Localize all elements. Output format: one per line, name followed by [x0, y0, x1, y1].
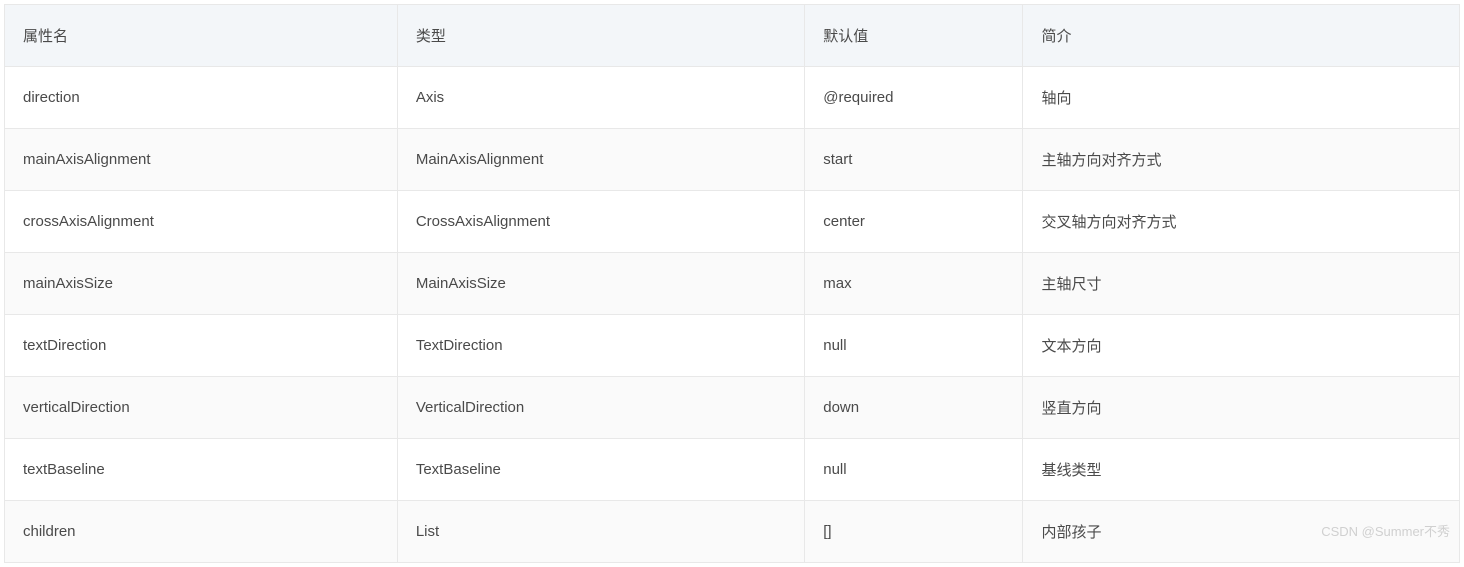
cell-default-value: start	[805, 129, 1023, 191]
table-row: mainAxisAlignment MainAxisAlignment star…	[5, 129, 1460, 191]
cell-type: Axis	[397, 67, 804, 129]
table-row: children List [] 内部孩子	[5, 501, 1460, 563]
table-row: direction Axis @required 轴向	[5, 67, 1460, 129]
cell-description: 文本方向	[1023, 315, 1460, 377]
cell-type: MainAxisSize	[397, 253, 804, 315]
properties-table: 属性名 类型 默认值 简介 direction Axis @required 轴…	[4, 4, 1460, 563]
cell-description: 主轴方向对齐方式	[1023, 129, 1460, 191]
header-description: 简介	[1023, 5, 1460, 67]
header-default-value: 默认值	[805, 5, 1023, 67]
cell-default-value: []	[805, 501, 1023, 563]
cell-default-value: max	[805, 253, 1023, 315]
table-row: textDirection TextDirection null 文本方向	[5, 315, 1460, 377]
cell-property-name: direction	[5, 67, 398, 129]
table-row: mainAxisSize MainAxisSize max 主轴尺寸	[5, 253, 1460, 315]
cell-property-name: textDirection	[5, 315, 398, 377]
cell-type: CrossAxisAlignment	[397, 191, 804, 253]
cell-default-value: null	[805, 439, 1023, 501]
table-body: direction Axis @required 轴向 mainAxisAlig…	[5, 67, 1460, 563]
header-type: 类型	[397, 5, 804, 67]
cell-type: List	[397, 501, 804, 563]
cell-type: TextBaseline	[397, 439, 804, 501]
cell-description: 内部孩子	[1023, 501, 1460, 563]
cell-description: 轴向	[1023, 67, 1460, 129]
cell-type: VerticalDirection	[397, 377, 804, 439]
table-row: verticalDirection VerticalDirection down…	[5, 377, 1460, 439]
table-row: crossAxisAlignment CrossAxisAlignment ce…	[5, 191, 1460, 253]
table-header-row: 属性名 类型 默认值 简介	[5, 5, 1460, 67]
cell-description: 主轴尺寸	[1023, 253, 1460, 315]
cell-property-name: mainAxisAlignment	[5, 129, 398, 191]
cell-type: MainAxisAlignment	[397, 129, 804, 191]
cell-default-value: null	[805, 315, 1023, 377]
cell-default-value: @required	[805, 67, 1023, 129]
cell-property-name: children	[5, 501, 398, 563]
cell-description: 基线类型	[1023, 439, 1460, 501]
cell-description: 竖直方向	[1023, 377, 1460, 439]
cell-property-name: mainAxisSize	[5, 253, 398, 315]
cell-property-name: textBaseline	[5, 439, 398, 501]
cell-default-value: down	[805, 377, 1023, 439]
table-row: textBaseline TextBaseline null 基线类型	[5, 439, 1460, 501]
header-property-name: 属性名	[5, 5, 398, 67]
cell-property-name: crossAxisAlignment	[5, 191, 398, 253]
cell-default-value: center	[805, 191, 1023, 253]
cell-type: TextDirection	[397, 315, 804, 377]
cell-description: 交叉轴方向对齐方式	[1023, 191, 1460, 253]
cell-property-name: verticalDirection	[5, 377, 398, 439]
